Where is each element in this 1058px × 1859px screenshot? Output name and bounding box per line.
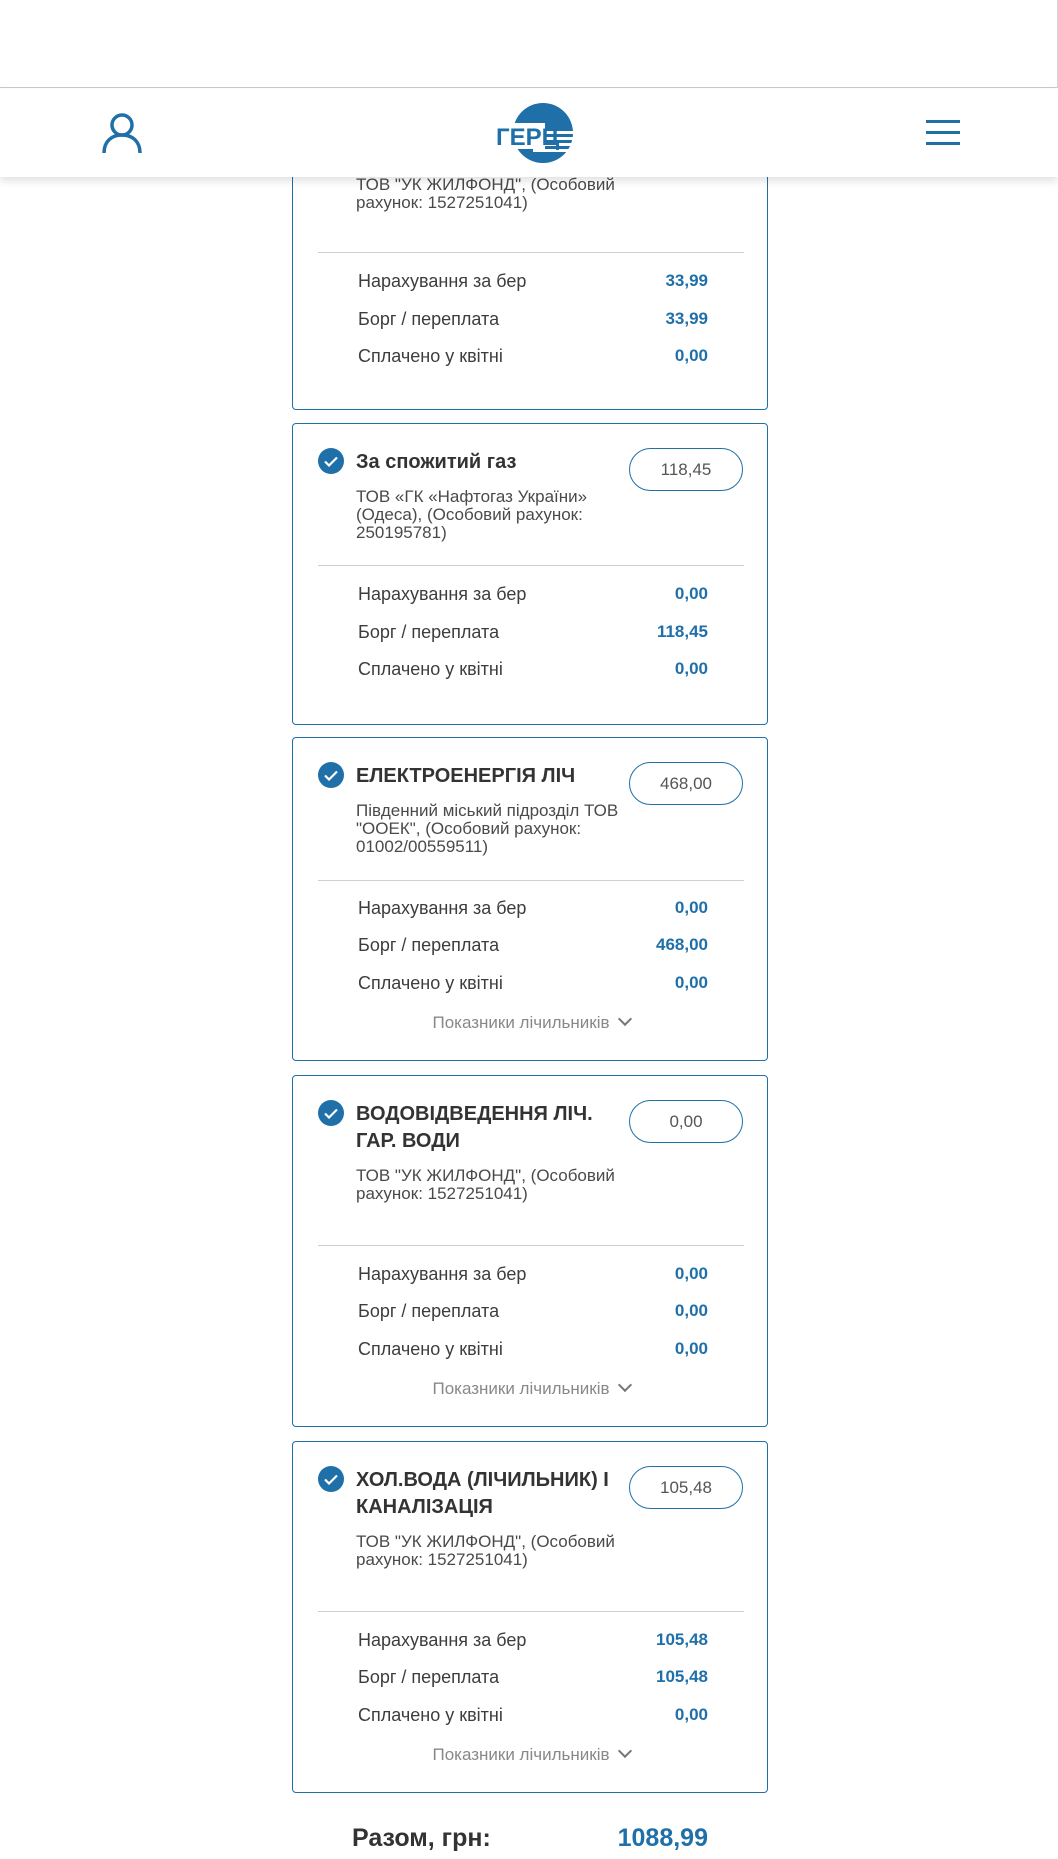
provider-info: ТОВ "УК ЖИЛФОНД", (Особовий рахунок: 152… bbox=[356, 1166, 615, 1203]
row-label: Сплачено у квітні bbox=[358, 972, 503, 993]
row-label: Сплачено у квітні bbox=[358, 658, 503, 679]
service-card-gas: За спожитий газ ТОВ «ГК «Нафтогаз Україн… bbox=[292, 423, 768, 725]
chevron-down-icon bbox=[617, 1743, 632, 1759]
provider-info: ТОВ "УК ЖИЛФОНД", (Особовий рахунок: 152… bbox=[356, 175, 615, 212]
charge-row: Нарахування за бер 0,00 bbox=[358, 896, 708, 920]
row-label: Нарахування за бер bbox=[358, 1629, 527, 1650]
row-label: Борг / переплата bbox=[358, 308, 500, 329]
row-value: 468,00 bbox=[656, 935, 708, 954]
row-label: Нарахування за бер bbox=[358, 583, 527, 604]
row-value: 0,00 bbox=[674, 1264, 708, 1283]
service-title: ЕЛЕКТРОЕНЕРГІЯ ЛІЧ bbox=[356, 765, 576, 787]
amount-input[interactable]: 0,00 bbox=[629, 1100, 743, 1143]
charge-row: Нарахування за бер 0,00 bbox=[358, 1262, 708, 1286]
amount-input[interactable]: 118,45 bbox=[629, 448, 743, 491]
divider bbox=[318, 565, 744, 566]
check-icon[interactable] bbox=[318, 1466, 344, 1492]
divider bbox=[318, 1245, 744, 1246]
divider bbox=[318, 1611, 744, 1612]
debt-row: Борг / переплата 105,48 bbox=[358, 1665, 708, 1689]
row-label: Борг / переплата bbox=[358, 934, 500, 955]
row-value: 0,00 bbox=[674, 1705, 708, 1724]
charge-row: Нарахування за бер 0,00 bbox=[358, 582, 708, 606]
row-label: Борг / переплата bbox=[358, 1300, 500, 1321]
meter-readings-toggle[interactable]: Показники лічильників bbox=[293, 1377, 769, 1399]
meter-readings-label: Показники лічильників bbox=[432, 1745, 610, 1764]
debt-row: Борг / переплата 33,99 bbox=[358, 307, 708, 331]
row-label: Сплачено у квітні bbox=[358, 345, 503, 366]
check-icon[interactable] bbox=[318, 1100, 344, 1126]
row-value: 0,00 bbox=[674, 584, 708, 603]
row-label: Нарахування за бер bbox=[358, 897, 527, 918]
service-card-electricity: ЕЛЕКТРОЕНЕРГІЯ ЛІЧ Південний міський під… bbox=[292, 737, 768, 1061]
paid-row: Сплачено у квітні 0,00 bbox=[358, 1703, 708, 1727]
paid-row: Сплачено у квітні 0,00 bbox=[358, 971, 708, 995]
row-value: 0,00 bbox=[674, 898, 708, 917]
row-value: 118,45 bbox=[656, 622, 708, 641]
provider-info: Південний міський підрозділ ТОВ "ООЕК", … bbox=[356, 801, 619, 856]
meter-readings-toggle[interactable]: Показники лічильників bbox=[293, 1011, 769, 1033]
service-title: За спожитий газ bbox=[356, 451, 517, 473]
meter-readings-label: Показники лічильників bbox=[432, 1013, 610, 1032]
hamburger-menu-icon[interactable] bbox=[924, 117, 964, 149]
debt-row: Борг / переплата 118,45 bbox=[358, 620, 708, 644]
paid-row: Сплачено у квітні 0,00 bbox=[358, 344, 708, 368]
row-value: 105,48 bbox=[656, 1630, 708, 1649]
row-value: 0,00 bbox=[674, 659, 708, 678]
row-label: Нарахування за бер bbox=[358, 1263, 527, 1284]
paid-row: Сплачено у квітні 0,00 bbox=[358, 1337, 708, 1361]
service-card-drainage: ВОДОВІДВЕДЕННЯ ЛІЧ. ГАР. ВОДИ ТОВ "УК ЖИ… bbox=[292, 1075, 768, 1427]
divider bbox=[318, 252, 744, 253]
row-value: 33,99 bbox=[665, 271, 708, 290]
row-label: Сплачено у квітні bbox=[358, 1338, 503, 1359]
charge-row: Нарахування за бер 105,48 bbox=[358, 1628, 708, 1652]
meter-readings-label: Показники лічильників bbox=[432, 1379, 610, 1398]
provider-info: ТОВ «ГК «Нафтогаз України» (Одеса), (Осо… bbox=[356, 487, 588, 542]
total-row: Разом, грн: 1088,99 bbox=[352, 1820, 708, 1856]
meter-readings-toggle[interactable]: Показники лічильників bbox=[293, 1743, 769, 1765]
service-title: ВОДОВІДВЕДЕННЯ ЛІЧ. ГАР. ВОДИ bbox=[356, 1103, 593, 1152]
site-header: ГЕРЦ bbox=[0, 89, 1058, 177]
row-value: 33,99 bbox=[665, 309, 708, 328]
user-icon[interactable] bbox=[100, 111, 144, 155]
paid-row: Сплачено у квітні 0,00 bbox=[358, 657, 708, 681]
charge-row: Нарахування за бер 33,99 bbox=[358, 269, 708, 293]
service-title: ХОЛ.ВОДА (ЛІЧИЛЬНИК) І КАНАЛІЗАЦІЯ bbox=[356, 1469, 609, 1518]
row-value: 0,00 bbox=[674, 1301, 708, 1320]
debt-row: Борг / переплата 468,00 bbox=[358, 933, 708, 957]
chevron-down-icon bbox=[617, 1377, 632, 1393]
service-card-cold-water: ХОЛ.ВОДА (ЛІЧИЛЬНИК) І КАНАЛІЗАЦІЯ ТОВ "… bbox=[292, 1441, 768, 1793]
row-value: 0,00 bbox=[674, 346, 708, 365]
page-content: ТОВ "УК ЖИЛФОНД", (Особовий рахунок: 152… bbox=[0, 0, 1058, 1859]
row-value: 105,48 bbox=[656, 1667, 708, 1686]
check-icon[interactable] bbox=[318, 762, 344, 788]
debt-row: Борг / переплата 0,00 bbox=[358, 1299, 708, 1323]
amount-input[interactable]: 105,48 bbox=[629, 1466, 743, 1509]
svg-text:ГЕРЦ: ГЕРЦ bbox=[496, 124, 560, 151]
amount-input[interactable]: 468,00 bbox=[629, 762, 743, 805]
total-label: Разом, грн: bbox=[352, 1823, 491, 1852]
row-value: 0,00 bbox=[674, 973, 708, 992]
provider-info: ТОВ "УК ЖИЛФОНД", (Особовий рахунок: 152… bbox=[356, 1532, 615, 1569]
row-label: Борг / переплата bbox=[358, 621, 500, 642]
divider bbox=[318, 880, 744, 881]
row-label: Нарахування за бер bbox=[358, 270, 527, 291]
row-label: Сплачено у квітні bbox=[358, 1704, 503, 1725]
row-value: 0,00 bbox=[674, 1339, 708, 1358]
total-value: 1088,99 bbox=[617, 1823, 708, 1852]
chevron-down-icon bbox=[617, 1011, 632, 1027]
row-label: Борг / переплата bbox=[358, 1666, 500, 1687]
check-icon[interactable] bbox=[318, 448, 344, 474]
gerc-logo[interactable]: ГЕРЦ bbox=[493, 101, 583, 165]
